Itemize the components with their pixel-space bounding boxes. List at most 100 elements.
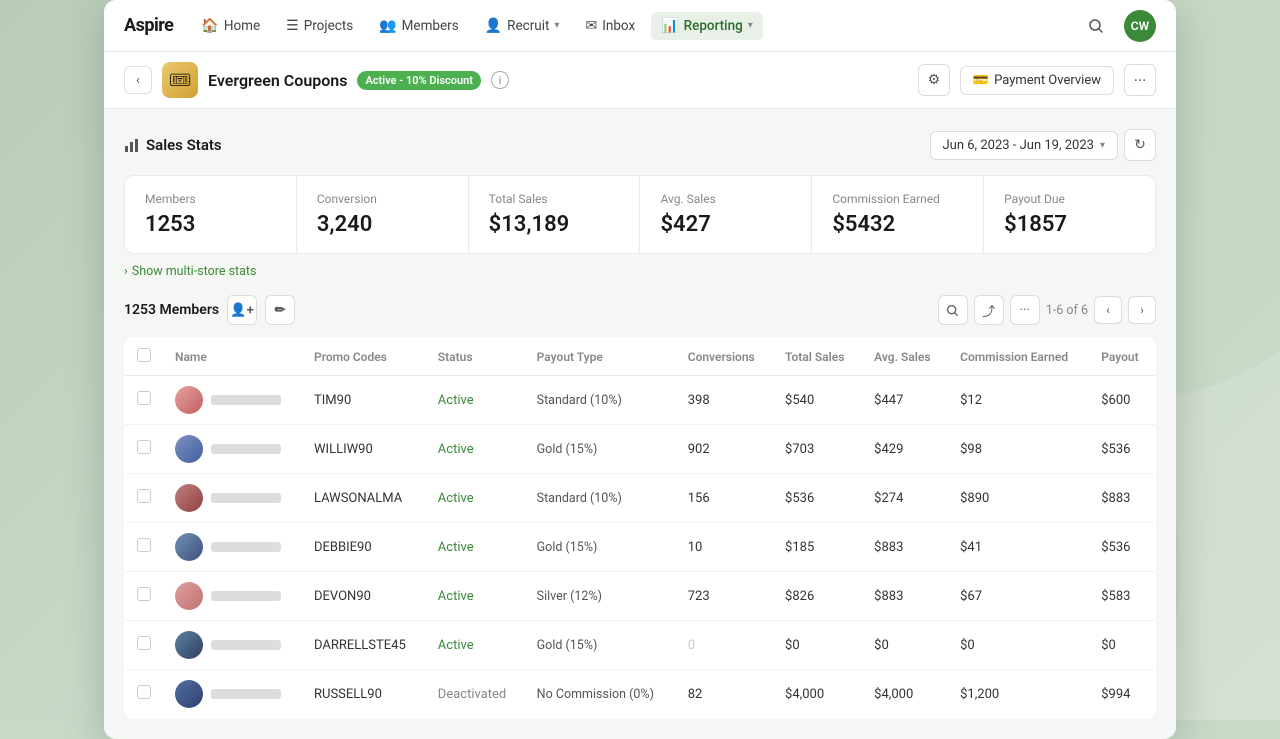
date-range-button[interactable]: Jun 6, 2023 - Jun 19, 2023 ▾ xyxy=(930,131,1119,160)
total-sales-cell: $0 xyxy=(773,621,862,670)
total-sales-cell: $536 xyxy=(773,474,862,523)
refresh-button[interactable]: ↻ xyxy=(1124,129,1156,161)
show-multi-store-link[interactable]: › Show multi-store stats xyxy=(124,264,1156,279)
back-button[interactable]: ‹ xyxy=(124,66,152,94)
member-name-cell xyxy=(163,474,302,523)
edit-button[interactable]: ✏ xyxy=(265,295,295,325)
member-name-blur xyxy=(211,493,281,503)
table-more-button[interactable]: ··· xyxy=(1010,295,1040,325)
member-name-blur xyxy=(211,444,281,454)
member-avatar xyxy=(175,484,203,512)
row-checkbox-cell[interactable] xyxy=(125,523,164,572)
status-cell: Deactivated xyxy=(426,670,525,719)
status-badge: Deactivated xyxy=(438,687,506,702)
conversions-value: 0 xyxy=(688,638,695,653)
row-checkbox-cell[interactable] xyxy=(125,474,164,523)
status-cell: Active xyxy=(426,474,525,523)
search-button[interactable] xyxy=(1080,10,1112,42)
conversions-value: 398 xyxy=(688,393,710,408)
row-checkbox-cell[interactable] xyxy=(125,621,164,670)
more-options-button[interactable]: ··· xyxy=(1124,64,1156,96)
table-row: WILLIW90 Active Gold (15%) 902 $703 $429… xyxy=(125,425,1156,474)
total-sales-cell: $703 xyxy=(773,425,862,474)
avg-sales-cell: $447 xyxy=(862,376,948,425)
member-avatar xyxy=(175,533,203,561)
settings-button[interactable]: ⚙ xyxy=(918,64,950,96)
col-conversions: Conversions xyxy=(676,338,773,376)
row-checkbox-cell[interactable] xyxy=(125,572,164,621)
payment-overview-button[interactable]: 💳 Payment Overview xyxy=(960,66,1114,95)
table-row: DARRELLSTE45 Active Gold (15%) 0 $0 $0 $… xyxy=(125,621,1156,670)
nav-item-reporting-label: Reporting xyxy=(684,18,743,34)
app-window: Aspire 🏠 Home ☰ Projects 👥 Members 👤 Rec… xyxy=(104,0,1176,739)
row-checkbox-cell[interactable] xyxy=(125,376,164,425)
nav-item-projects-label: Projects xyxy=(304,18,354,34)
conversions-cell: 723 xyxy=(676,572,773,621)
conversions-cell: 156 xyxy=(676,474,773,523)
pagination-prev-button[interactable]: ‹ xyxy=(1094,296,1122,324)
total-sales-cell: $185 xyxy=(773,523,862,572)
user-avatar[interactable]: CW xyxy=(1124,10,1156,42)
select-all-checkbox[interactable] xyxy=(137,348,151,362)
share-button[interactable]: ⤴ xyxy=(974,295,1004,325)
stat-conversion-label: Conversion xyxy=(317,192,448,206)
col-payout-type: Payout Type xyxy=(525,338,676,376)
conversions-value: 902 xyxy=(688,442,710,457)
row-checkbox[interactable] xyxy=(137,538,151,552)
reporting-chevron-icon: ▾ xyxy=(748,20,753,31)
nav-item-home-label: Home xyxy=(224,18,260,34)
col-status: Status xyxy=(426,338,525,376)
home-icon: 🏠 xyxy=(201,18,218,34)
conversions-value: 156 xyxy=(688,491,710,506)
payout-type-cell: Gold (15%) xyxy=(525,523,676,572)
pagination-next-button[interactable]: › xyxy=(1128,296,1156,324)
col-payout: Payout xyxy=(1089,338,1155,376)
conversions-cell: 10 xyxy=(676,523,773,572)
status-badge: Active xyxy=(438,540,474,555)
payout-cell: $0 xyxy=(1089,621,1155,670)
nav-item-projects[interactable]: ☰ Projects xyxy=(276,12,363,40)
row-checkbox[interactable] xyxy=(137,489,151,503)
row-checkbox[interactable] xyxy=(137,636,151,650)
promo-code-cell: DEBBIE90 xyxy=(302,523,426,572)
payout-type-cell: Silver (12%) xyxy=(525,572,676,621)
row-checkbox-cell[interactable] xyxy=(125,670,164,719)
main-content: Sales Stats Jun 6, 2023 - Jun 19, 2023 ▾… xyxy=(104,109,1176,739)
row-checkbox[interactable] xyxy=(137,587,151,601)
stats-cards: Members 1253 Conversion 3,240 Total Sale… xyxy=(124,175,1156,254)
member-avatar xyxy=(175,631,203,659)
payout-type-label: Standard (10%) xyxy=(537,491,622,506)
payment-icon: 💳 xyxy=(973,73,989,88)
stat-total-sales-label: Total Sales xyxy=(489,192,620,206)
search-icon xyxy=(1088,18,1104,34)
promo-code-cell: DEVON90 xyxy=(302,572,426,621)
table-search-button[interactable] xyxy=(938,295,968,325)
status-badge: Active xyxy=(438,638,474,653)
stat-avg-sales-value: $427 xyxy=(660,212,791,237)
row-checkbox-cell[interactable] xyxy=(125,425,164,474)
nav-item-recruit[interactable]: 👤 Recruit ▾ xyxy=(475,12,570,40)
promo-code-cell: DARRELLSTE45 xyxy=(302,621,426,670)
nav-item-inbox-label: Inbox xyxy=(602,18,635,34)
payout-type-label: Silver (12%) xyxy=(537,589,602,604)
row-checkbox[interactable] xyxy=(137,440,151,454)
conversions-cell: 902 xyxy=(676,425,773,474)
info-icon[interactable]: i xyxy=(491,71,509,89)
member-name-cell xyxy=(163,572,302,621)
nav-item-reporting[interactable]: 📊 Reporting ▾ xyxy=(651,12,763,40)
member-name-blur xyxy=(211,395,281,405)
status-badge: Active xyxy=(438,442,474,457)
row-checkbox[interactable] xyxy=(137,391,151,405)
status-cell: Active xyxy=(426,523,525,572)
nav-item-members[interactable]: 👥 Members xyxy=(369,12,469,40)
add-member-button[interactable]: 👤+ xyxy=(227,295,257,325)
member-name-blur xyxy=(211,542,281,552)
member-name-cell xyxy=(163,425,302,474)
select-all-header[interactable] xyxy=(125,338,164,376)
stat-members-label: Members xyxy=(145,192,276,206)
nav-item-inbox[interactable]: ✉ Inbox xyxy=(575,12,645,40)
members-icon: 👥 xyxy=(379,18,396,34)
avg-sales-cell: $883 xyxy=(862,572,948,621)
nav-item-home[interactable]: 🏠 Home xyxy=(191,12,270,40)
row-checkbox[interactable] xyxy=(137,685,151,699)
